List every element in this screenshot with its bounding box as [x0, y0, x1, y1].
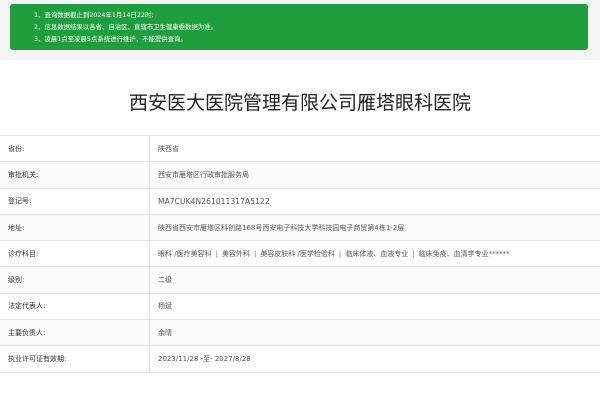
approval-authority-label: 审批机关:: [8, 170, 39, 179]
column-divider: [149, 267, 150, 293]
department-item: 美容外科: [221, 249, 250, 258]
column-divider: [149, 241, 150, 267]
row-approval-authority: 审批机关: 西安市雁塔区行政审批服务局: [0, 162, 600, 189]
column-divider: [149, 214, 150, 241]
department-item: 临床体液、血液专业: [345, 249, 409, 258]
row-legal-representative: 法定代表人: 杨斌: [0, 293, 600, 321]
legal-representative-value: 杨斌: [158, 302, 172, 311]
principal-value: 余晴: [158, 328, 172, 337]
departments-label: 诊疗科目:: [8, 249, 39, 258]
department-separator: |: [338, 249, 342, 258]
column-divider: [149, 188, 150, 214]
notice-line-2: 2、信息数据结果以各省、自治区、直辖市卫生健康委数据为准。: [34, 23, 218, 31]
approval-authority-value: 西安市雁塔区行政审批服务局: [158, 170, 249, 179]
department-separator: |: [412, 249, 415, 258]
notice-banner: 1、查询数据截止到2024年1月14日22时; 2、信息数据结果以各省、自治区、…: [10, 4, 588, 50]
level-value: 二级: [158, 276, 172, 285]
column-divider: [149, 136, 150, 162]
departments-list: 眼科 /医疗美容科 | 美容外科 | 美容皮肤科 /医学检验科 | 临床体液、血…: [158, 241, 510, 266]
department-item: 临床免疫、血清学专业******: [418, 249, 510, 258]
department-separator: |: [253, 249, 257, 258]
department-item: 美容皮肤科 /医学检验科: [260, 249, 335, 258]
license-validity-label: 执业许可证有效期:: [8, 355, 67, 364]
page: 1、查询数据截止到2024年1月14日22时; 2、信息数据结果以各省、自治区、…: [0, 0, 600, 400]
department-separator: |: [215, 249, 218, 258]
registration-number-value: MA7CUK4N261011317A5122: [158, 196, 270, 206]
column-divider: [149, 346, 150, 372]
row-level: 级别: 二级: [0, 267, 600, 294]
notice-line-1: 1、查询数据截止到2024年1月14日22时;: [34, 11, 154, 19]
level-label: 级别:: [8, 276, 25, 285]
row-license-validity: 执业许可证有效期: 2023/11/28 -至- 2027/8/28: [0, 346, 600, 373]
column-divider: [149, 162, 150, 188]
principal-label: 主要负责人:: [8, 328, 46, 337]
address-label: 地址:: [8, 223, 25, 232]
row-departments: 诊疗科目: 眼科 /医疗美容科 | 美容外科 | 美容皮肤科 /医学检验科 | …: [0, 241, 600, 268]
row-province: 省份: 陕西省: [0, 136, 600, 163]
department-item: 眼科 /医疗美容科: [158, 249, 212, 258]
row-principal: 主要负责人: 余晴: [0, 320, 600, 347]
province-label: 省份:: [8, 144, 25, 153]
column-divider: [149, 320, 150, 346]
hospital-name: 西安医大医院管理有限公司雁塔眼科医院: [128, 92, 471, 114]
license-validity-value: 2023/11/28 -至- 2027/8/28: [158, 355, 251, 364]
info-table: 省份: 陕西省 审批机关: 西安市雁塔区行政审批服务局 登记号: MA7CUK4…: [0, 135, 600, 373]
row-registration-number: 登记号: MA7CUK4N261011317A5122: [0, 188, 600, 215]
province-value: 陕西省: [158, 144, 179, 153]
address-value: 陕西省西安市雁塔区科创路168号西安电子科技大学科技园电子商贸第4栋1-2层: [158, 223, 405, 232]
notice-line-3: 3、凌晨1点至凌晨5点系统进行维护，不能提供查询。: [34, 35, 187, 43]
legal-representative-label: 法定代表人:: [8, 302, 46, 311]
registration-number-label: 登记号:: [8, 197, 32, 206]
row-address: 地址: 陕西省西安市雁塔区科创路168号西安电子科技大学科技园电子商贸第4栋1-…: [0, 214, 600, 242]
column-divider: [149, 293, 150, 320]
